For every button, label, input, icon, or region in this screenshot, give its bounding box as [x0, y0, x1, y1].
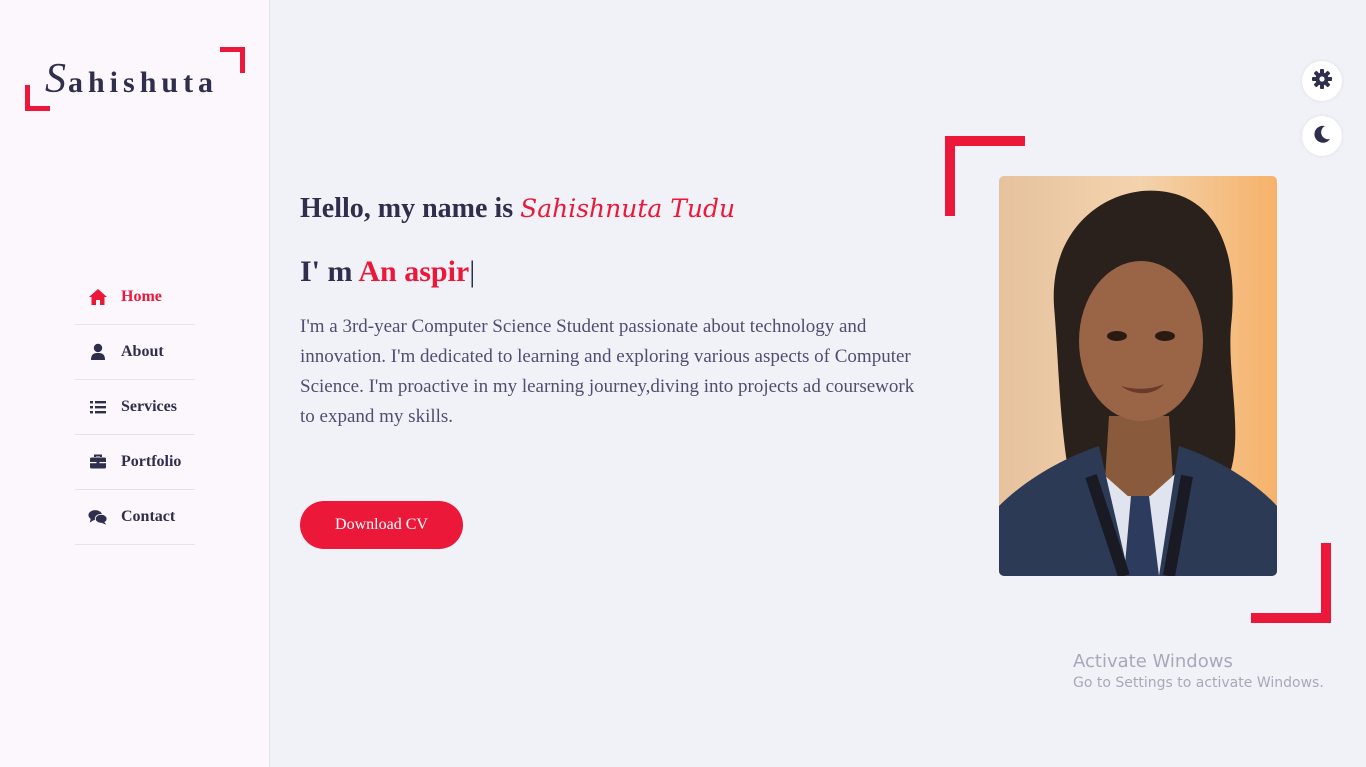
main-nav: Home About Services Portfolio Contact — [75, 270, 195, 545]
nav-label-contact: Contact — [121, 508, 176, 525]
windows-activation-watermark: Activate Windows Go to Settings to activ… — [1073, 651, 1324, 691]
comments-icon — [88, 508, 108, 526]
moon-icon — [1312, 124, 1332, 149]
briefcase-icon — [88, 453, 108, 471]
profile-photo — [999, 176, 1277, 576]
download-cv-button[interactable]: Download CV — [300, 501, 463, 549]
logo-text: Sahishuta — [45, 56, 219, 102]
typed-text: An aspir — [358, 255, 470, 288]
nav-label-portfolio: Portfolio — [121, 453, 182, 470]
intro-description: I'm a 3rd-year Computer Science Student … — [300, 316, 915, 427]
nav-item-services[interactable]: Services — [75, 380, 195, 435]
nav-label-home: Home — [121, 288, 162, 305]
user-icon — [88, 343, 108, 361]
list-icon — [88, 398, 108, 416]
profession-heading: I' m An aspir| — [300, 255, 476, 288]
sidebar: Sahishuta Home About Services Portfolio — [0, 0, 270, 767]
watermark-subtitle: Go to Settings to activate Windows. — [1073, 675, 1324, 691]
settings-button[interactable] — [1302, 61, 1342, 101]
person-name: Sahishnuta Tudu — [520, 194, 736, 223]
nav-item-about[interactable]: About — [75, 325, 195, 380]
watermark-title: Activate Windows — [1073, 651, 1233, 672]
logo[interactable]: Sahishuta — [25, 47, 245, 111]
nav-item-home[interactable]: Home — [75, 270, 195, 325]
nav-label-services: Services — [121, 398, 177, 415]
greeting-heading: Hello, my name is Sahishnuta Tudu — [300, 193, 736, 224]
typing-cursor: | — [469, 255, 476, 288]
nav-item-portfolio[interactable]: Portfolio — [75, 435, 195, 490]
logo-bracket-right — [220, 47, 245, 73]
theme-toggle-button[interactable] — [1302, 116, 1342, 156]
profile-photo-container — [945, 136, 1331, 623]
nav-item-contact[interactable]: Contact — [75, 490, 195, 545]
nav-label-about: About — [121, 343, 164, 360]
gear-icon — [1311, 68, 1333, 95]
home-icon — [88, 288, 108, 306]
